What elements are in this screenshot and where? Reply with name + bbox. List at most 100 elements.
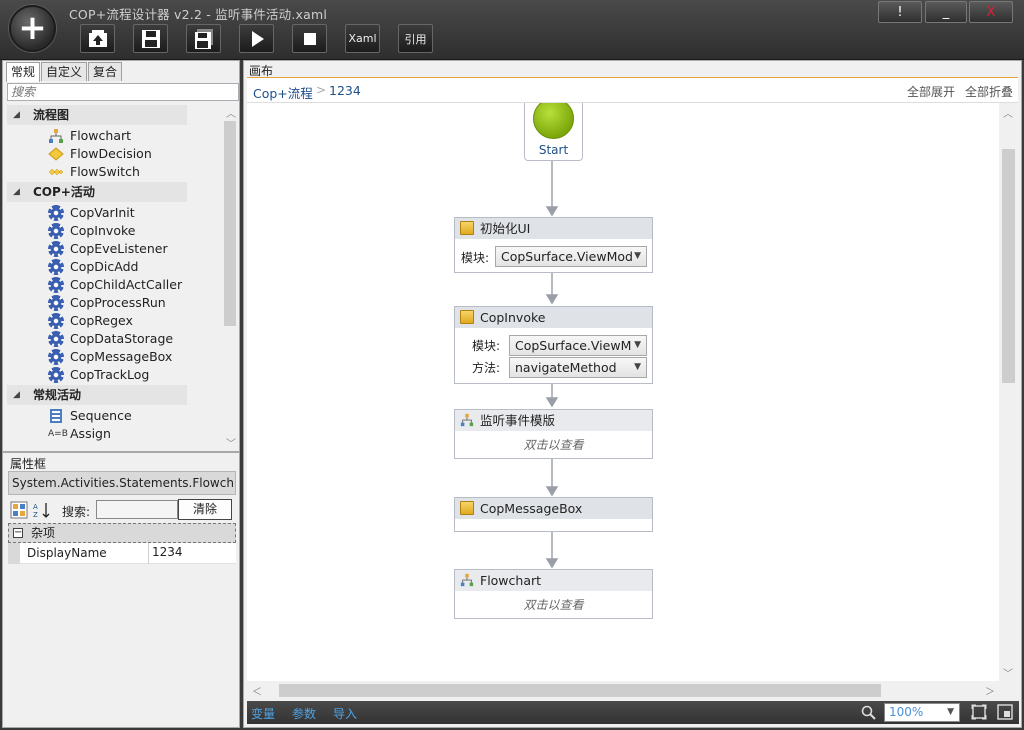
- toolbox-item-copdatastorage[interactable]: CopDataStorage: [48, 330, 173, 348]
- svg-text:Z: Z: [33, 511, 38, 519]
- category-cop-activities[interactable]: ◢ COP+活动: [7, 182, 187, 202]
- minimize-button[interactable]: _: [925, 1, 967, 23]
- scrollbar-thumb[interactable]: [279, 684, 881, 697]
- canvas-horizontal-scrollbar[interactable]: ＜ ＞: [247, 681, 999, 699]
- open-button[interactable]: [80, 24, 115, 53]
- start-label: Start: [538, 143, 569, 157]
- zoom-icon[interactable]: [861, 705, 876, 720]
- activity-folder-icon: [460, 221, 474, 235]
- module-select[interactable]: CopSurface.ViewM ▼: [509, 335, 647, 356]
- node-header[interactable]: 监听事件模版: [455, 410, 652, 431]
- toolbox-item-copevelistener[interactable]: CopEveListener: [48, 240, 168, 258]
- designer-status-bar: 变量 参数 导入 100% ▼: [247, 701, 1019, 724]
- collapse-all-link[interactable]: 全部折叠: [965, 83, 1013, 100]
- zoom-select[interactable]: 100% ▼: [884, 703, 960, 722]
- tab-composite[interactable]: 复合: [88, 62, 123, 81]
- save-button[interactable]: [133, 24, 168, 53]
- property-row[interactable]: DisplayName 1234: [8, 543, 236, 564]
- row-gutter: [8, 543, 20, 564]
- scroll-up-icon[interactable]: ︿: [226, 105, 236, 120]
- start-node[interactable]: Start: [524, 103, 583, 161]
- sort-alpha-icon[interactable]: AZ: [32, 501, 52, 519]
- toolbox-item-copregex[interactable]: CopRegex: [48, 312, 133, 330]
- chevron-down-icon: ▼: [634, 251, 641, 261]
- imports-tab[interactable]: 导入: [333, 705, 357, 722]
- scroll-left-icon[interactable]: ＜: [252, 683, 262, 698]
- toolbox-search-input[interactable]: [7, 83, 239, 101]
- toolbox-item-assign[interactable]: A=B Assign: [48, 425, 111, 443]
- designer-surface[interactable]: Start 初始化UI 模块: CopSurface.ViewMod ▼ CopI…: [247, 103, 1002, 681]
- tab-custom[interactable]: 自定义: [41, 62, 88, 81]
- references-button[interactable]: 引用: [398, 24, 433, 53]
- categorized-view-icon[interactable]: [10, 501, 28, 519]
- collapse-toggle-icon[interactable]: −: [13, 528, 23, 538]
- save-as-button[interactable]: [186, 24, 221, 53]
- toolbox-item-copinvoke[interactable]: CopInvoke: [48, 222, 135, 240]
- toolbox-item-flowswitch[interactable]: FlowSwitch: [48, 163, 140, 181]
- node-header[interactable]: CopInvoke: [455, 307, 652, 328]
- gear-icon: [48, 313, 64, 329]
- app-menu-button[interactable]: +: [9, 5, 56, 52]
- category-common-activities[interactable]: ◢ 常规活动: [7, 385, 187, 405]
- properties-title: 属性框: [10, 457, 47, 471]
- scrollbar-thumb[interactable]: [1002, 149, 1015, 383]
- flowchart-icon: [49, 129, 63, 143]
- field-label-module: 模块:: [461, 251, 490, 265]
- double-click-hint: 双击以查看: [523, 598, 584, 612]
- category-flowchart[interactable]: ◢ 流程图: [7, 105, 187, 125]
- toolbox-item-copchildactcaller[interactable]: CopChildActCaller: [48, 276, 182, 294]
- property-value-input[interactable]: 1234: [152, 545, 183, 559]
- property-search-input[interactable]: [96, 500, 178, 519]
- scroll-up-icon[interactable]: ︿: [1003, 105, 1013, 120]
- prop-search-label: 搜索:: [62, 505, 91, 519]
- stop-button[interactable]: [292, 24, 327, 53]
- breadcrumb-current[interactable]: 1234: [329, 83, 361, 98]
- tab-general[interactable]: 常规: [6, 62, 41, 82]
- activity-node-copinvoke[interactable]: CopInvoke 模块: CopSurface.ViewM ▼ 方法: navi…: [454, 306, 653, 384]
- activity-node-init-ui[interactable]: 初始化UI 模块: CopSurface.ViewMod ▼: [454, 217, 653, 273]
- chevron-down-icon: ▼: [634, 362, 641, 372]
- activity-node-listener-template[interactable]: 监听事件模版 双击以查看: [454, 409, 653, 459]
- property-category[interactable]: − 杂项: [8, 523, 236, 543]
- info-button[interactable]: !: [878, 1, 922, 23]
- collapse-arrow-icon[interactable]: ◢: [13, 385, 20, 405]
- expand-all-link[interactable]: 全部展开: [907, 83, 955, 100]
- toolbox-item-coptracklog[interactable]: CopTrackLog: [48, 366, 149, 384]
- scroll-right-icon[interactable]: ＞: [985, 683, 995, 698]
- collapse-arrow-icon[interactable]: ◢: [13, 182, 20, 202]
- toolbox-item-copmessagebox[interactable]: CopMessageBox: [48, 348, 172, 366]
- activity-node-flowchart[interactable]: Flowchart 双击以查看: [454, 569, 653, 619]
- field-label-module: 模块:: [472, 339, 501, 353]
- fit-to-screen-icon[interactable]: [971, 704, 987, 720]
- chevron-down-icon: ▼: [947, 707, 954, 717]
- clear-button[interactable]: 清除: [178, 499, 232, 520]
- overview-icon[interactable]: [997, 704, 1013, 720]
- module-select[interactable]: CopSurface.ViewMod ▼: [495, 246, 647, 267]
- toolbox-item-flowchart[interactable]: Flowchart: [48, 127, 131, 145]
- property-grid: − 杂项 DisplayName 1234: [8, 523, 236, 564]
- run-button[interactable]: [239, 24, 274, 53]
- canvas-vertical-scrollbar[interactable]: ︿ ﹀: [999, 103, 1017, 681]
- toolbox-item-copdicadd[interactable]: CopDicAdd: [48, 258, 138, 276]
- node-header[interactable]: 初始化UI: [455, 218, 652, 239]
- scrollbar-thumb[interactable]: [224, 121, 236, 326]
- arguments-tab[interactable]: 参数: [292, 705, 316, 722]
- toolbox-item-flowdecision[interactable]: FlowDecision: [48, 145, 152, 163]
- collapse-arrow-icon[interactable]: ◢: [13, 105, 20, 125]
- toolbox-item-sequence[interactable]: Sequence: [48, 407, 132, 425]
- scroll-down-icon[interactable]: ﹀: [226, 435, 236, 450]
- node-header[interactable]: CopMessageBox: [455, 498, 652, 519]
- variables-tab[interactable]: 变量: [251, 705, 275, 722]
- toolbox-item-copvarinit[interactable]: CopVarInit: [48, 204, 135, 222]
- chevron-down-icon: ▼: [634, 340, 641, 350]
- close-button[interactable]: X: [969, 1, 1013, 23]
- scroll-down-icon[interactable]: ﹀: [1003, 665, 1013, 680]
- xaml-button[interactable]: Xaml: [345, 24, 380, 53]
- toolbox-item-copprocessrun[interactable]: CopProcessRun: [48, 294, 166, 312]
- toolbox-scrollbar[interactable]: ︿ ﹀: [222, 105, 238, 450]
- flowchart-icon: [460, 413, 474, 427]
- method-select[interactable]: navigateMethod ▼: [509, 357, 647, 378]
- node-header[interactable]: Flowchart: [455, 570, 652, 591]
- breadcrumb-root[interactable]: Cop+流程: [253, 83, 313, 102]
- activity-node-copmessagebox[interactable]: CopMessageBox: [454, 497, 653, 532]
